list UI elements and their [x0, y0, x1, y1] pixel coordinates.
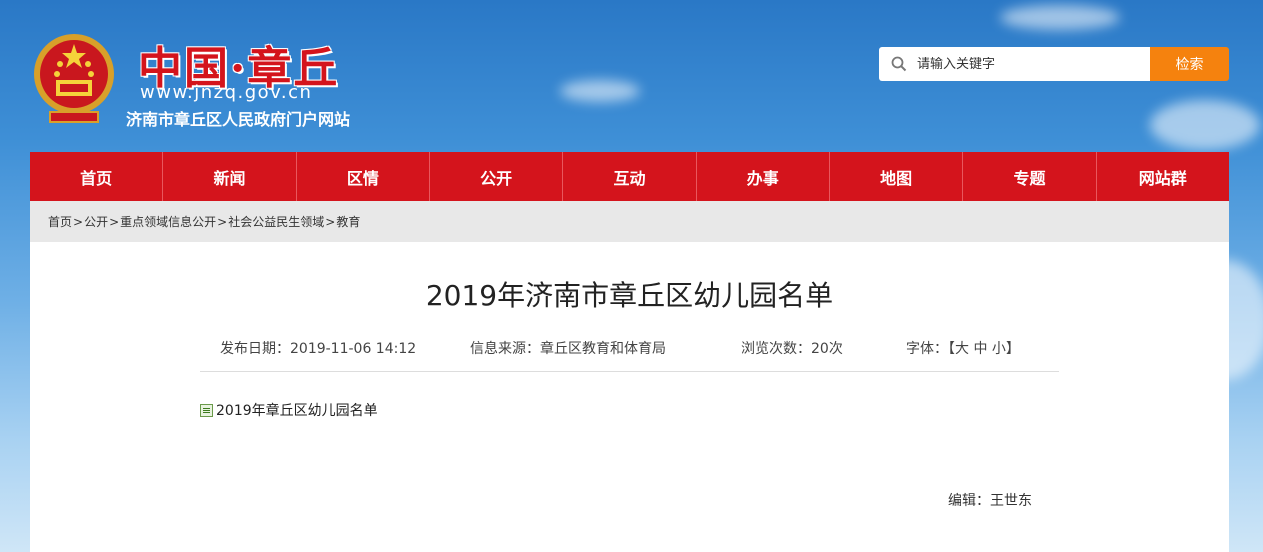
font-small-button[interactable]: 小: [992, 341, 1006, 357]
font-bracket-open: 【: [948, 341, 955, 357]
search-input[interactable]: [917, 56, 1127, 72]
publish-date: 发布日期：2019-11-06 14:12: [220, 341, 417, 357]
breadcrumb-separator: >: [109, 214, 120, 229]
search-field-wrapper: [879, 47, 1150, 81]
font-large-button[interactable]: 大: [955, 341, 969, 357]
nav-item-home[interactable]: 首页: [30, 152, 164, 201]
site-url: www.jnzq.gov.cn: [140, 82, 313, 103]
spreadsheet-file-icon: [200, 403, 213, 417]
nav-item-public[interactable]: 公开: [430, 152, 564, 201]
breadcrumb-public[interactable]: 公开: [84, 213, 108, 230]
national-emblem-icon: [34, 34, 114, 123]
breadcrumb-social-welfare[interactable]: 社会公益民生领域: [228, 213, 324, 230]
info-source: 信息来源：章丘区教育和体育局: [470, 341, 666, 357]
site-subtitle: 济南市章丘区人民政府门户网站: [126, 110, 351, 129]
nav-item-interaction[interactable]: 互动: [563, 152, 697, 201]
nav-item-district-info[interactable]: 区情: [297, 152, 430, 201]
nav-item-news[interactable]: 新闻: [163, 152, 297, 201]
view-count: 浏览次数：20次: [741, 341, 843, 357]
search-button[interactable]: 检索: [1150, 47, 1229, 81]
breadcrumb-education[interactable]: 教育: [336, 213, 360, 230]
nav-item-site-group[interactable]: 网站群: [1097, 152, 1229, 201]
breadcrumb-key-areas[interactable]: 重点领域信息公开: [120, 213, 216, 230]
nav-item-services[interactable]: 办事: [697, 152, 830, 201]
breadcrumb-separator: >: [217, 214, 228, 229]
attachment-link[interactable]: 2019年章丘区幼儿园名单: [200, 400, 378, 420]
attachment-name[interactable]: 2019年章丘区幼儿园名单: [216, 400, 378, 420]
font-size-label: 字体：: [906, 341, 948, 357]
article-panel: 2019年济南市章丘区幼儿园名单 发布日期：2019-11-06 14:12 信…: [30, 242, 1229, 552]
search-bar: 检索: [879, 47, 1229, 81]
breadcrumb-separator: >: [325, 214, 336, 229]
font-bracket-close: 】: [1005, 341, 1020, 357]
font-size-control: 字体：【大 中 小】: [906, 338, 1020, 358]
nav-item-map[interactable]: 地图: [830, 152, 964, 201]
nav-item-topics[interactable]: 专题: [963, 152, 1097, 201]
font-medium-button[interactable]: 中: [973, 341, 987, 357]
site-header: 中国·章丘 www.jnzq.gov.cn 济南市章丘区人民政府门户网站 检索: [0, 0, 1263, 152]
article-editor: 编辑：王世东: [948, 493, 1032, 509]
main-nav: 首页 新闻 区情 公开 互动 办事 地图 专题 网站群: [30, 152, 1229, 201]
breadcrumb-home[interactable]: 首页: [48, 213, 72, 230]
search-icon: [891, 56, 907, 72]
breadcrumb-separator: >: [73, 214, 84, 229]
article-meta: 发布日期：2019-11-06 14:12 信息来源：章丘区教育和体育局 浏览次…: [200, 338, 1059, 372]
breadcrumb: 首页 > 公开 > 重点领域信息公开 > 社会公益民生领域 > 教育: [30, 201, 1229, 242]
article-title: 2019年济南市章丘区幼儿园名单: [425, 279, 834, 312]
